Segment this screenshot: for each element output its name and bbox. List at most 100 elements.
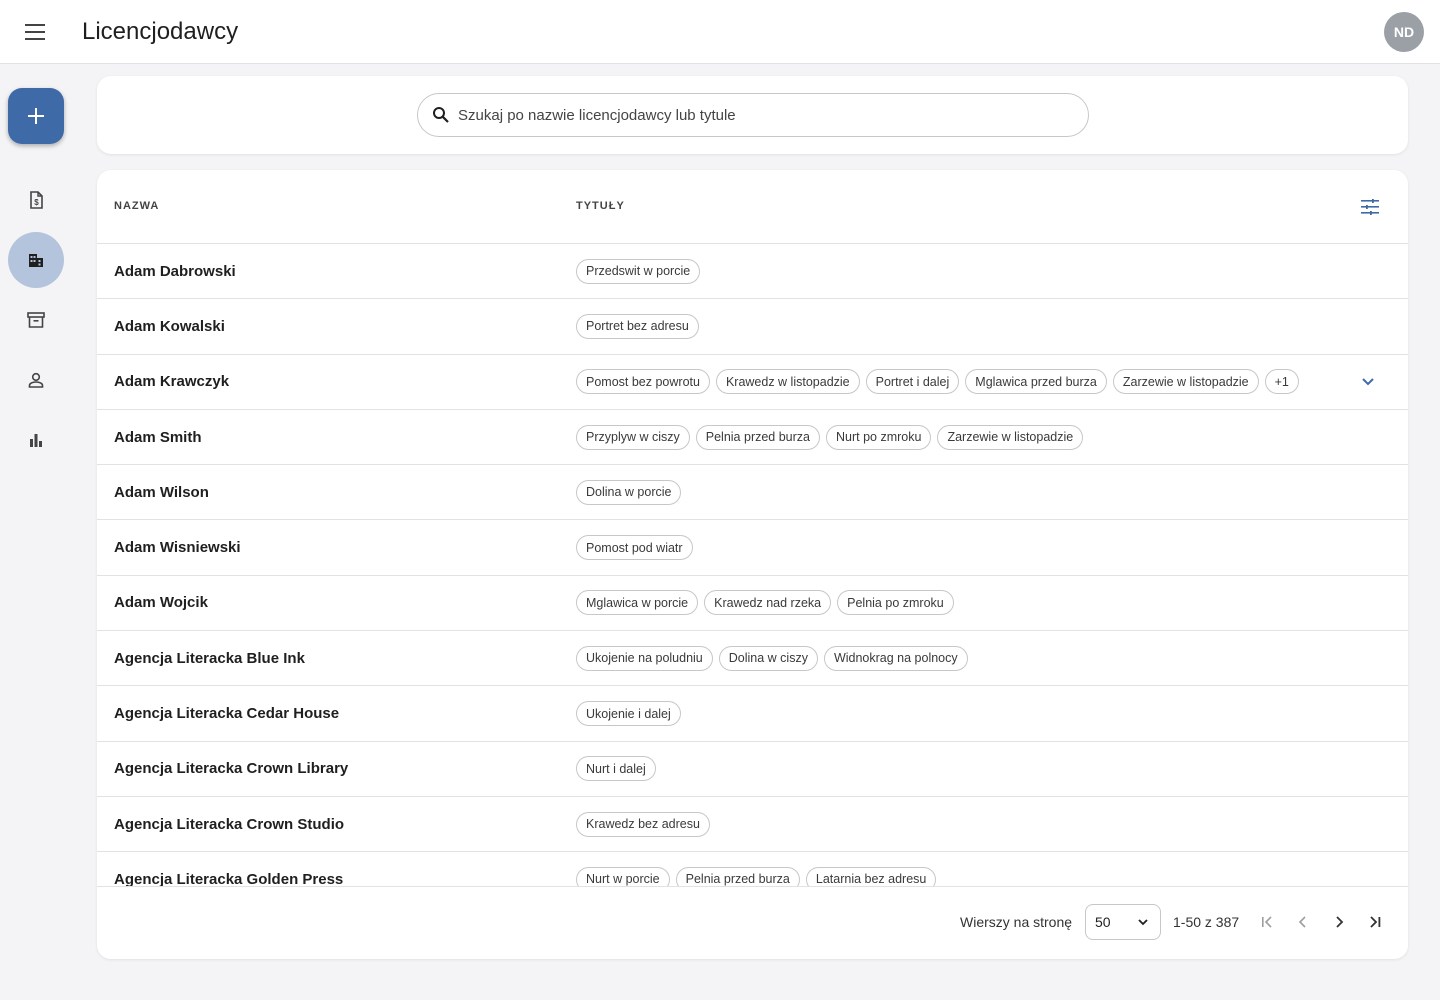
title-chips: Przedswit w porcie (576, 258, 701, 284)
table-row[interactable]: Agencja Literacka Golden Press Nurt w por… (97, 852, 1408, 886)
rows-per-page-select[interactable]: 50 (1085, 904, 1161, 940)
licensor-name: Adam Wisniewski (114, 539, 241, 557)
licensor-name: Agencja Literacka Golden Press (114, 870, 344, 886)
title-chips: Przyplyw w ciszy Pelnia przed burza Nurt p… (576, 424, 1084, 450)
rows-per-page-label: Wierszy na stronę (960, 914, 1073, 930)
title-chip[interactable]: Nurt po zmroku (826, 424, 932, 450)
table-row[interactable]: Adam Wojcik Mglawica w porcie Krawedz nad … (97, 576, 1408, 632)
search-field[interactable] (417, 93, 1089, 137)
first-page-icon (1262, 916, 1272, 928)
add-button[interactable] (8, 88, 64, 144)
title-chip[interactable]: Pomost pod wiatr (576, 535, 693, 561)
invoice-icon: $ (30, 191, 43, 209)
title-chips: Pomost bez powrotu Krawedz w listopadzie P… (576, 369, 1299, 395)
title-chip[interactable]: Dolina w ciszy (718, 645, 818, 671)
title-chip[interactable]: Dolina w porcie (576, 479, 682, 505)
avatar[interactable]: ND (1384, 12, 1424, 52)
rail-item-invoices[interactable]: $ (8, 172, 64, 228)
chevron-down-icon (1138, 919, 1148, 926)
licensors-table: NAZWA TYTUŁY Adam Dabrowski Przedswit w p… (97, 170, 1408, 959)
title-chip[interactable]: Pelnia po zmroku (837, 590, 954, 616)
previous-page-button[interactable] (1289, 908, 1317, 936)
menu-button[interactable] (16, 12, 56, 52)
table-row[interactable]: Adam Wisniewski Pomost pod wiatr (97, 520, 1408, 576)
table-row[interactable]: Adam Krawczyk Pomost bez powrotu Krawedz w… (97, 355, 1408, 410)
last-page-icon (1370, 916, 1381, 928)
first-page-button[interactable] (1253, 908, 1281, 936)
search-input[interactable] (458, 106, 1058, 124)
licensor-name: Adam Dabrowski (114, 262, 236, 280)
title-chips: Portret bez adresu (576, 313, 699, 339)
table-row[interactable]: Agencja Literacka Crown Library Nurt i da… (97, 742, 1408, 797)
rail-item-licensors[interactable] (8, 232, 64, 288)
rail-item-reports[interactable] (8, 412, 64, 468)
expand-row-button[interactable] (1356, 369, 1380, 393)
licensor-name: Adam Kowalski (114, 317, 225, 335)
page-title: Licencjodawcy (82, 18, 239, 45)
title-chip[interactable]: Latarnia bez adresu (805, 866, 937, 886)
title-chips: Ukojenie na poludniu Dolina w ciszy Widnok… (576, 645, 968, 671)
title-chip[interactable]: Krawedz w listopadzie (715, 369, 860, 395)
svg-text:$: $ (34, 198, 39, 207)
table-row[interactable]: Adam Kowalski Portret bez adresu (97, 299, 1408, 355)
table-row[interactable]: Adam Dabrowski Przedswit w porcie (97, 244, 1408, 300)
table-pagination: Wierszy na stronę 50 1-50 z 387 (97, 886, 1408, 959)
next-page-button[interactable] (1325, 908, 1353, 936)
chevron-left-icon (1298, 916, 1306, 928)
title-chip[interactable]: Portret i dalej (865, 369, 960, 395)
licensor-name: Adam Krawczyk (114, 373, 230, 391)
title-chips: Ukojenie i dalej (576, 701, 681, 727)
title-chip[interactable]: Pomost bez powrotu (576, 369, 710, 395)
column-header-name[interactable]: NAZWA (114, 200, 159, 212)
title-chip[interactable]: Przedswit w porcie (576, 258, 701, 284)
title-chip[interactable]: Pelnia przed burza (695, 424, 820, 450)
title-chip[interactable]: Przyplyw w ciszy (576, 424, 690, 450)
rail-item-archive[interactable] (8, 292, 64, 348)
tune-icon (1361, 199, 1379, 215)
title-chip[interactable]: Zarzewie w listopadzie (937, 424, 1084, 450)
column-header-titles[interactable]: TYTUŁY (576, 200, 625, 212)
table-row[interactable]: Adam Smith Przyplyw w ciszy Pelnia przed b… (97, 410, 1408, 466)
bar-chart-icon (30, 434, 42, 447)
rail-item-users[interactable] (8, 352, 64, 408)
table-row[interactable]: Agencja Literacka Cedar House Ukojenie i … (97, 686, 1408, 742)
licensor-name: Agencja Literacka Crown Library (114, 760, 349, 778)
title-chip[interactable]: Portret bez adresu (576, 313, 699, 339)
search-card (97, 76, 1408, 154)
table-row[interactable]: Agencja Literacka Blue Ink Ukojenie na po… (97, 631, 1408, 687)
archive-icon (27, 312, 45, 328)
title-chip[interactable]: Mglawica w porcie (576, 590, 699, 616)
table-row[interactable]: Agencja Literacka Crown Studio Krawedz be… (97, 797, 1408, 853)
table-row[interactable]: Adam Wilson Dolina w porcie (97, 465, 1408, 521)
title-chip[interactable]: Nurt w porcie (576, 866, 670, 886)
column-settings-button[interactable] (1356, 193, 1384, 221)
title-chip[interactable]: Widnokrag na polnocy (823, 645, 968, 671)
chevron-right-icon (1336, 916, 1344, 928)
top-app-bar: Licencjodawcy ND (0, 0, 1440, 64)
title-chip[interactable]: Ukojenie na poludniu (576, 645, 713, 671)
title-chip[interactable]: Zarzewie w listopadzie (1112, 369, 1259, 395)
person-icon (28, 372, 44, 388)
more-titles-chip[interactable]: +1 (1264, 369, 1299, 395)
licensor-name: Agencja Literacka Crown Studio (114, 815, 345, 833)
title-chips: Nurt i dalej (576, 756, 656, 782)
title-chips: Dolina w porcie (576, 479, 682, 505)
title-chips: Mglawica w porcie Krawedz nad rzeka Pelnia… (576, 590, 954, 616)
title-chips: Krawedz bez adresu (576, 811, 710, 837)
title-chip[interactable]: Ukojenie i dalej (576, 701, 681, 727)
licensor-name: Adam Wilson (114, 483, 209, 501)
title-chips: Nurt w porcie Pelnia przed burza Latarnia … (576, 866, 937, 886)
licensor-name: Agencja Literacka Blue Ink (114, 649, 305, 667)
title-chip[interactable]: Nurt i dalej (576, 756, 656, 782)
title-chip[interactable]: Krawedz bez adresu (576, 811, 710, 837)
rows-per-page-value: 50 (1095, 914, 1111, 930)
table-body: Adam Dabrowski Przedswit w porcie Adam Kow… (97, 244, 1408, 886)
table-header: NAZWA TYTUŁY (97, 170, 1408, 244)
title-chip[interactable]: Pelnia przed burza (675, 866, 800, 886)
pagination-range: 1-50 z 387 (1173, 914, 1240, 930)
title-chip[interactable]: Mglawica przed burza (965, 369, 1107, 395)
last-page-button[interactable] (1361, 908, 1389, 936)
title-chip[interactable]: Krawedz nad rzeka (704, 590, 832, 616)
licensor-name: Adam Wojcik (114, 594, 208, 612)
licensor-name: Adam Smith (114, 428, 202, 446)
